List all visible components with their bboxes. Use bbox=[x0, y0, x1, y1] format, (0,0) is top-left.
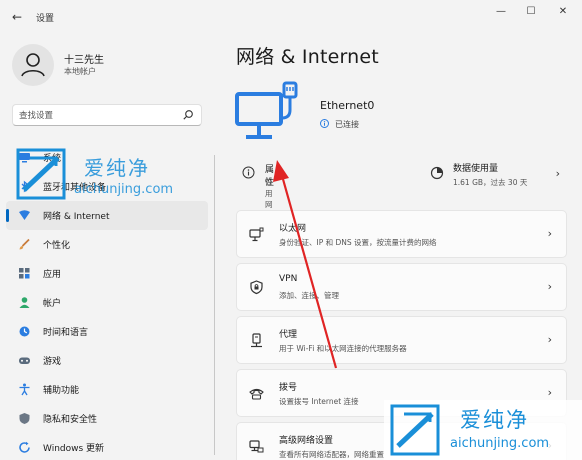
arrow-shaft bbox=[279, 171, 338, 369]
arrow-head bbox=[273, 160, 289, 182]
annotation-arrow bbox=[273, 160, 338, 369]
